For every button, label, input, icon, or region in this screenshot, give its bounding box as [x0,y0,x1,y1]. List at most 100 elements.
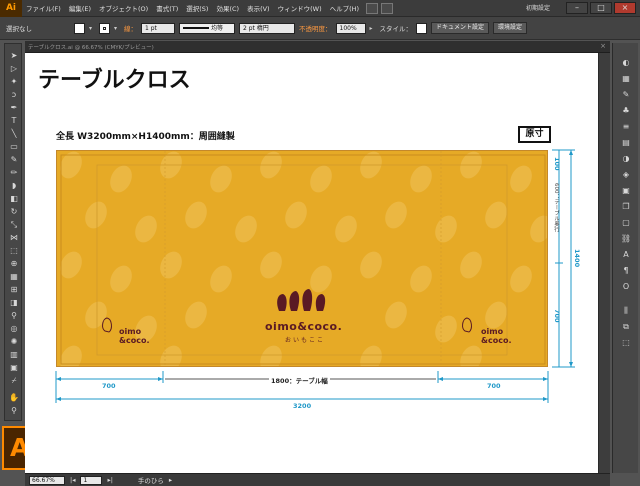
type-icon[interactable]: T [8,115,20,126]
zoom-icon[interactable]: ⚲ [8,405,20,416]
shape-builder-icon[interactable]: ⊕ [8,258,20,269]
opacity-field[interactable]: 100% [335,22,366,34]
layers-icon[interactable]: ❐ [620,201,632,212]
hand-icon[interactable]: ✋ [8,392,20,403]
artboard-number-field[interactable]: 1 [80,475,103,485]
slice-icon[interactable]: ⌿ [8,375,20,386]
selection-icon[interactable]: ➤ [8,50,20,61]
magic-wand-icon[interactable]: ✦ [8,76,20,87]
pencil-icon[interactable]: ✏ [8,167,20,178]
paragraph-icon[interactable]: ¶ [620,265,632,276]
blob-brush-icon[interactable]: ◗ [8,180,20,191]
close-button[interactable]: × [614,2,636,14]
artboards-icon[interactable]: ▢ [620,217,632,228]
line-icon[interactable]: ╲ [8,128,20,139]
stroke-profile-select[interactable]: 均等 [179,22,235,34]
document-tab[interactable]: テーブルクロス.ai @ 66.67% (CMYK/プレビュー) × [25,41,610,53]
gradient-panel-icon[interactable]: ▤ [620,137,632,148]
artboard-icon[interactable]: ▣ [8,362,20,373]
brand-logo-kana: おいもここ [285,337,326,344]
free-transform-icon[interactable]: ⬚ [8,245,20,256]
swatches-icon[interactable]: ▦ [620,73,632,84]
symbol-sprayer-icon[interactable]: ✺ [8,336,20,347]
pathfinder-icon[interactable]: ⧉ [620,321,632,332]
tablecloth-design[interactable]: oimo &coco. oimo&coco. おいもここ oimo &coco. [56,150,548,367]
paintbrush-icon[interactable]: ✎ [8,154,20,165]
illustrator-logo-icon: Ai [0,0,22,17]
stroke-icon[interactable]: ≡ [620,121,632,132]
status-tool-name: 手のひら [137,477,164,485]
eraser-icon[interactable]: ◧ [8,193,20,204]
dim-total-height: 1400 [573,249,581,268]
dim-right-width: 700 [487,382,501,390]
arrange-documents-icon[interactable] [381,2,394,14]
stroke-weight-field[interactable]: 1 pt [141,22,175,34]
transparency-icon[interactable]: ◑ [620,153,632,164]
lasso-icon[interactable]: ↄ [8,89,20,100]
chevron-right-icon[interactable]: ▸ [370,23,376,34]
control-bar: 選択なし ▾ ▾ 線： 1 pt 均等 2 pt 楕円 不透明度： 100% ▸… [0,17,640,40]
menu-select[interactable]: 選択(S) [182,3,212,13]
menu-effect[interactable]: 効果(C) [212,3,243,13]
width-icon[interactable]: ⋈ [8,232,20,243]
eyedropper-icon[interactable]: ⚲ [8,310,20,321]
dim-top-hem: 100 [553,157,561,171]
perspective-icon[interactable]: ▦ [8,271,20,282]
canvas[interactable]: テーブルクロス 全長 W3200mm×H1400mm：周囲縫製 原寸 oimo … [25,53,610,473]
rotate-icon[interactable]: ↻ [8,206,20,217]
gradient-icon[interactable]: ◨ [8,297,20,308]
chevron-down-icon[interactable]: ▾ [89,23,95,34]
opentype-icon[interactable]: O [620,281,632,292]
menu-view[interactable]: 表示(V) [243,3,274,13]
scale-icon[interactable]: ⤡ [8,219,20,230]
graphic-styles-icon[interactable]: ▣ [620,185,632,196]
dim-lower-drop: 700 [553,309,561,323]
graphic-style-swatch[interactable] [416,22,427,34]
minimize-button[interactable]: – [566,2,588,14]
last-page-icon[interactable]: ▸| [107,476,112,484]
zoom-field[interactable]: 66.67% [29,475,65,485]
dim-center-width: 1800：テーブル幅 [269,375,330,385]
color-icon[interactable]: ◐ [620,57,632,68]
direct-selection-icon[interactable]: ▷ [8,63,20,74]
appearance-icon[interactable]: ◈ [620,169,632,180]
stroke-label[interactable]: 線： [124,23,137,33]
mesh-icon[interactable]: ⊞ [8,284,20,295]
dim-total-width: 3200 [293,402,312,410]
transform-icon[interactable]: ⬚ [620,337,632,348]
menu-window[interactable]: ウィンドウ(W) [274,3,326,13]
close-icon[interactable]: × [600,42,606,50]
character-icon[interactable]: A [620,249,632,260]
brushes-icon[interactable]: ✎ [620,89,632,100]
stroke-swatch[interactable] [99,22,110,34]
vertical-scrollbar[interactable] [598,53,610,473]
menu-file[interactable]: ファイル(F) [22,3,65,13]
menu-help[interactable]: ヘルプ(H) [326,3,363,13]
opacity-label[interactable]: 不透明度： [299,23,332,33]
blend-icon[interactable]: ◎ [8,323,20,334]
pen-icon[interactable]: ✒ [8,102,20,113]
window-controls: – □ × [566,2,636,14]
menu-type[interactable]: 書式(T) [152,3,182,13]
brush-definition-select[interactable]: 2 pt 楕円 [239,22,295,34]
chevron-down-icon[interactable]: ▾ [114,23,120,34]
links-icon[interactable]: ⛓ [620,233,632,244]
rectangle-icon[interactable]: ▭ [8,141,20,152]
preferences-button[interactable]: 環境設定 [493,22,528,34]
page-title: テーブルクロス [38,67,191,93]
first-page-icon[interactable]: |◂ [70,476,75,484]
symbols-icon[interactable]: ♣ [620,105,632,116]
artboard[interactable]: テーブルクロス 全長 W3200mm×H1400mm：周囲縫製 原寸 oimo … [25,53,598,473]
align-icon[interactable]: ⫼ [620,305,632,316]
spec-text: 全長 W3200mm×H1400mm：周囲縫製 [56,132,235,142]
document-setup-button[interactable]: ドキュメント設定 [431,22,490,34]
status-bar: 66.67% |◂ 1 ▸| 手のひら ▸ [25,473,610,486]
chevron-right-icon[interactable]: ▸ [169,476,172,484]
maximize-button[interactable]: □ [590,2,612,14]
bridge-icon[interactable] [366,2,379,14]
menu-object[interactable]: オブジェクト(O) [95,3,152,13]
workspace-switcher[interactable]: 初期設定 [526,3,550,12]
menu-edit[interactable]: 編集(E) [65,3,95,13]
fill-swatch[interactable] [74,22,85,34]
graph-icon[interactable]: ▥ [8,349,20,360]
